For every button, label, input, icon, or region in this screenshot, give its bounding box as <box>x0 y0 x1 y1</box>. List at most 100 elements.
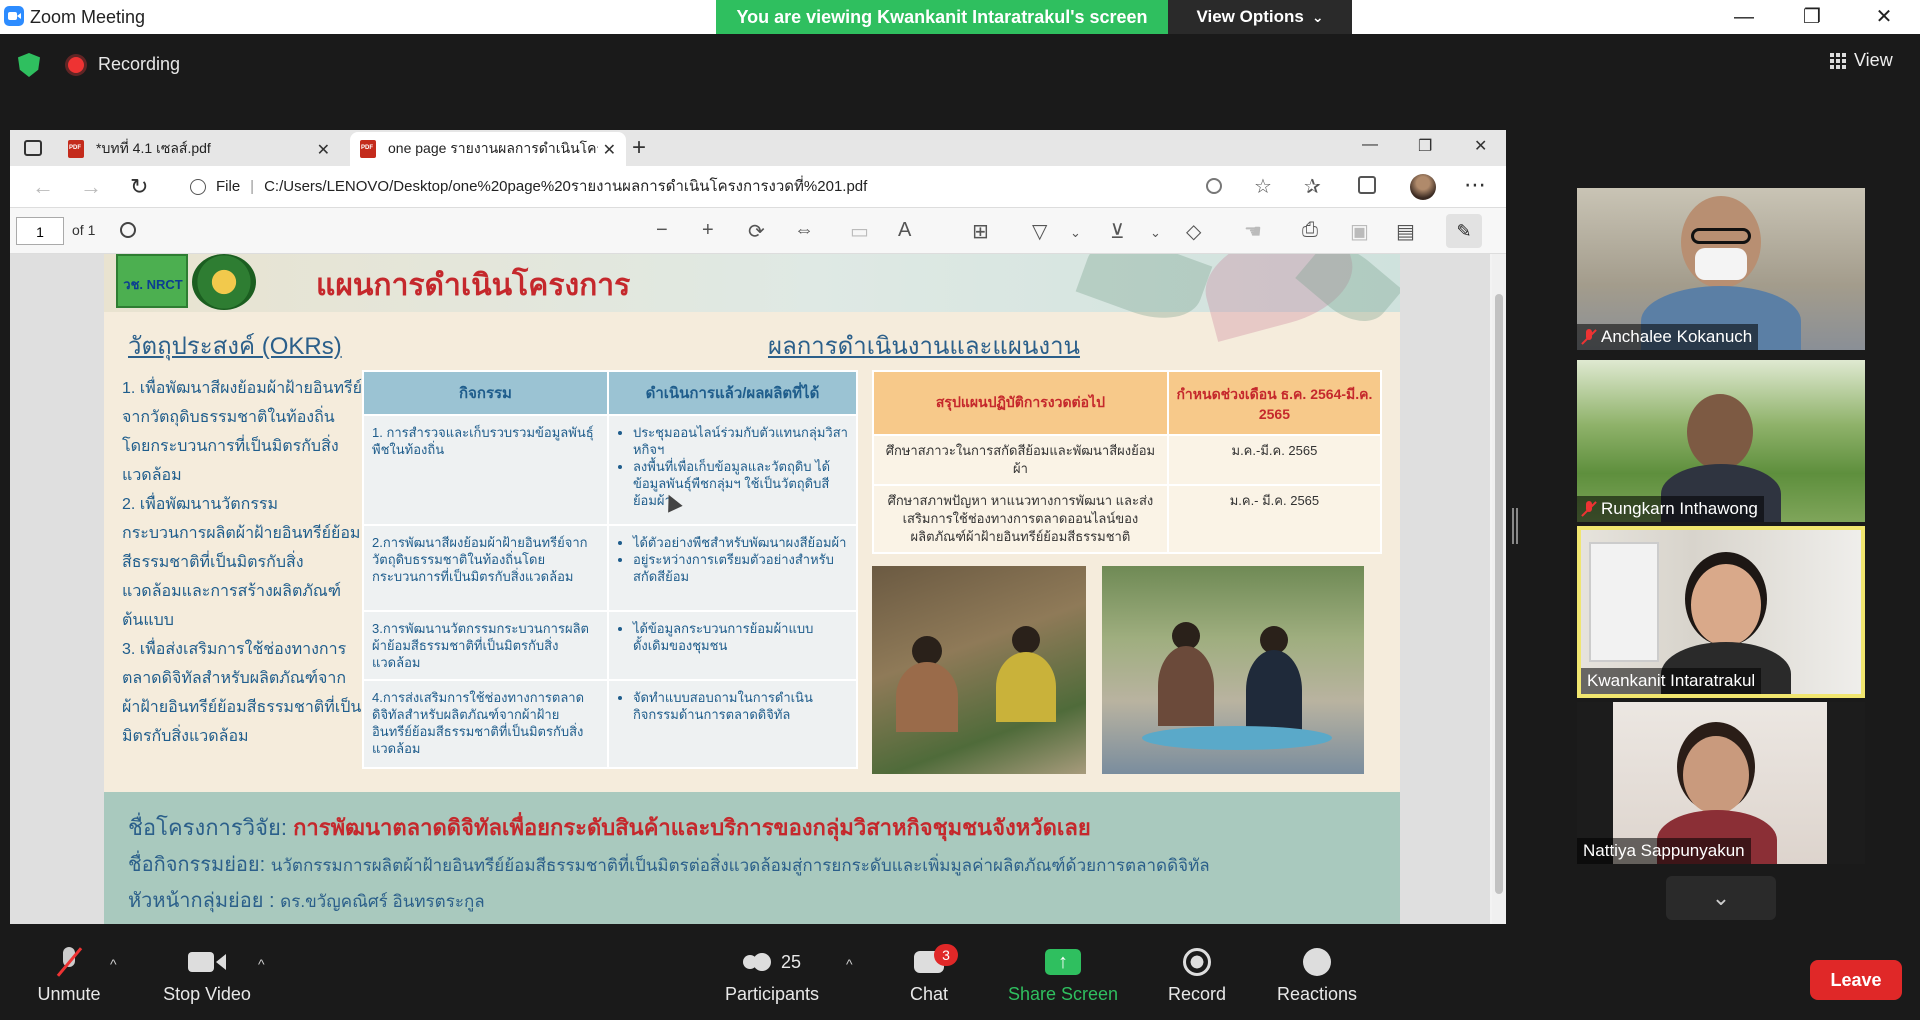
security-shield-icon[interactable] <box>18 53 40 77</box>
touch-icon[interactable]: ☚ <box>1244 219 1262 244</box>
participant-name-label: Kwankanit Intaratrakul <box>1581 668 1762 694</box>
pdf-toolbar: 1 of 1 − + ⟳ ⇔ ▭ A ⊞ ▽ ⌄ ⊻ ⌄ ◇ ☚ ⎙ ▣ ▤ ✎ <box>10 208 1506 254</box>
record-button[interactable]: Record <box>1132 944 1262 1005</box>
find-icon[interactable] <box>120 222 136 238</box>
unmute-button[interactable]: Unmute <box>4 944 134 1005</box>
browser-minimize-button[interactable]: — <box>1362 136 1378 154</box>
photo-person <box>1012 626 1040 654</box>
chevron-down-icon[interactable]: ⌄ <box>1150 225 1161 241</box>
pdf-icon <box>68 140 84 158</box>
collections-icon[interactable] <box>1358 176 1376 194</box>
print-icon[interactable]: ⎙ <box>1302 219 1318 242</box>
eraser-icon[interactable]: ◇ <box>1186 219 1201 244</box>
unmute-label: Unmute <box>37 984 101 1004</box>
result-item: ได้ตัวอย่างพืชสำหรับพัฒนาผงสีย้อมผ้า <box>633 534 848 551</box>
participant-tile[interactable]: Anchalee Kokanuch <box>1577 188 1865 350</box>
group-lead-name: หัวหน้ากลุ่มย่อย : ดร.ขวัญคณิศร์ อินทรตร… <box>128 884 485 916</box>
reactions-label: Reactions <box>1276 984 1358 1004</box>
favorite-icon[interactable]: ☆ <box>1254 174 1272 199</box>
stop-video-button[interactable]: Stop Video <box>142 944 272 1005</box>
highlight-icon[interactable]: ⊻ <box>1110 219 1125 244</box>
pdf-icon <box>360 140 376 158</box>
chevron-down-icon[interactable]: ⌄ <box>1070 225 1081 241</box>
settings-more-button[interactable]: ⋯ <box>1464 172 1486 198</box>
results-cell: ได้ข้อมูลกระบวนการย้อมผ้าแบบดั้งเดิมของช… <box>606 610 859 681</box>
minimize-button[interactable]: — <box>1724 4 1764 30</box>
audio-options-caret[interactable]: ^ <box>110 956 117 972</box>
page-view-icon[interactable]: ▭ <box>850 219 869 244</box>
activity-cell: 4.การส่งเสริมการใช้ช่องทางการตลาดดิจิทัล… <box>362 679 609 769</box>
tab-label: *บทที่ 4.1 เซลส์.pdf <box>96 140 211 156</box>
browser-tab-1[interactable]: *บทที่ 4.1 เซลส์.pdf ✕ <box>58 132 340 166</box>
add-text-icon[interactable]: ⊞ <box>972 219 989 244</box>
favorites-icon[interactable]: ✰ <box>1304 174 1321 199</box>
back-button[interactable]: ← <box>32 174 54 200</box>
participant-tile[interactable]: Rungkarn Inthawong <box>1577 360 1865 522</box>
view-options-button[interactable]: View Options ⌄ <box>1168 0 1352 34</box>
face-mask <box>1695 248 1747 280</box>
pdf-page: วช. NRCT แผนการดำเนินโครงการ วัตถุประสงค… <box>104 254 1400 924</box>
zoom-in-icon[interactable]: + <box>702 219 714 242</box>
okr-item: 3. เพื่อส่งเสริมการใช้ช่องทางการตลาดดิจิ… <box>122 641 362 745</box>
participant-tile[interactable]: Nattiya Sappunyakun <box>1577 702 1865 864</box>
zoom-out-icon[interactable] <box>1206 178 1222 194</box>
split-view-handle[interactable] <box>1512 508 1518 544</box>
reactions-smiley-icon <box>1252 944 1382 980</box>
participant-tile-active-speaker[interactable]: Kwankanit Intaratrakul <box>1577 526 1865 698</box>
fieldwork-photo <box>872 566 1086 774</box>
zoom-logo-icon <box>4 6 24 26</box>
profile-avatar[interactable] <box>1410 174 1436 200</box>
view-button[interactable]: View <box>1830 50 1893 71</box>
leave-button[interactable]: Leave <box>1810 960 1902 1000</box>
draw-icon[interactable]: ▽ <box>1032 219 1047 244</box>
participants-button[interactable]: 25 Participants <box>707 944 837 1005</box>
browser-restore-button[interactable]: ❐ <box>1418 136 1432 156</box>
tab-close-icon[interactable]: ✕ <box>317 140 330 160</box>
zoom-out-icon[interactable]: − <box>656 219 668 242</box>
chevron-down-icon: ⌄ <box>1311 8 1324 25</box>
results-cell: ได้ตัวอย่างพืชสำหรับพัฒนาผงสีย้อมผ้า อยู… <box>606 524 859 612</box>
share-screen-label: Share Screen <box>1007 984 1119 1004</box>
okr-item: 1. เพื่อพัฒนาสีผงย้อมผ้าฝ้ายอินทรีย์จากว… <box>122 380 362 484</box>
pin-toolbar-icon[interactable]: ✎ <box>1446 214 1482 248</box>
address-bar: ← → ↻ File | C:/Users/LENOVO/Desktop/one… <box>10 166 1506 208</box>
browser-tab-2[interactable]: one page รายงานผลการดำเนินโครงฯ ✕ <box>350 132 626 166</box>
chat-button[interactable]: Chat <box>864 944 994 1005</box>
table-row: 4.การส่งเสริมการใช้ช่องทางการตลาดดิจิทัล… <box>362 679 859 769</box>
read-aloud-icon[interactable]: A <box>898 219 911 242</box>
close-button[interactable]: ✕ <box>1864 4 1904 30</box>
save-as-icon[interactable]: ▤ <box>1396 219 1415 244</box>
page-number-input[interactable]: 1 <box>16 217 64 245</box>
video-options-caret[interactable]: ^ <box>258 956 265 972</box>
scrollbar-thumb[interactable] <box>1495 294 1503 894</box>
mic-muted-icon <box>1583 329 1595 345</box>
group-lead-value: ดร.ขวัญคณิศร์ อินทรตระกูล <box>280 892 485 911</box>
photo-table <box>1142 726 1332 750</box>
results-cell: ประชุมออนไลน์ร่วมกับตัวแทนกลุ่มวิสาหกิจฯ… <box>606 414 859 526</box>
refresh-button[interactable]: ↻ <box>130 174 148 200</box>
fit-page-icon[interactable]: ⇔ <box>794 219 814 242</box>
save-icon[interactable]: ▣ <box>1350 219 1369 244</box>
share-screen-button[interactable]: ↑ Share Screen <box>998 944 1128 1005</box>
new-tab-button[interactable]: + <box>632 134 646 162</box>
gallery-grid-icon <box>1830 52 1846 69</box>
reactions-button[interactable]: Reactions <box>1252 944 1382 1005</box>
pdf-scrollbar[interactable] <box>1492 254 1506 924</box>
restore-button[interactable]: ❐ <box>1792 4 1832 30</box>
browser-close-button[interactable]: ✕ <box>1474 136 1487 156</box>
tab-actions-icon[interactable] <box>24 140 42 156</box>
video-camera-icon <box>142 944 272 980</box>
result-item: ได้ข้อมูลกระบวนการย้อมผ้าแบบดั้งเดิมของช… <box>633 620 848 654</box>
chat-label: Chat <box>909 984 949 1004</box>
participants-options-caret[interactable]: ^ <box>846 956 853 972</box>
url-text: C:/Users/LENOVO/Desktop/one%20page%20ราย… <box>264 178 868 195</box>
tab-close-icon[interactable]: ✕ <box>603 140 616 160</box>
url-field[interactable]: File | C:/Users/LENOVO/Desktop/one%20pag… <box>190 172 1190 202</box>
rotate-icon[interactable]: ⟳ <box>748 219 765 244</box>
plan-cell: ศึกษาสภาวะในการสกัดสีย้อมและพัฒนาสีผงย้อ… <box>872 434 1169 486</box>
forward-button[interactable]: → <box>80 174 102 200</box>
results-heading: ผลการดำเนินงานและแผนงาน <box>768 333 1080 360</box>
plan-cell: ศึกษาสภาพปัญหา หาแนวทางการพัฒนา และส่งเส… <box>872 484 1169 554</box>
gallery-next-button[interactable]: ⌄ <box>1666 876 1776 920</box>
url-scheme-label: File <box>216 178 241 195</box>
